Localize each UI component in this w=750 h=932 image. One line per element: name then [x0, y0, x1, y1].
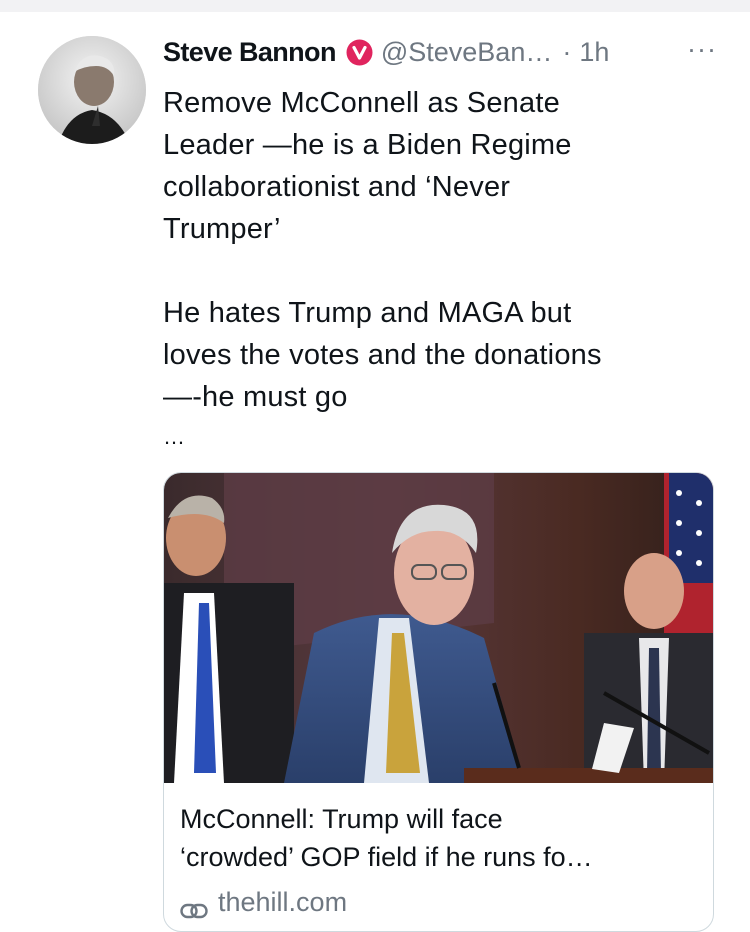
show-more-ellipsis[interactable]: … [163, 424, 187, 450]
link-preview-card[interactable]: McConnell: Trump will face ‘crowded’ GOP… [163, 472, 714, 932]
separator-dot: · [562, 36, 572, 67]
tweet-header: Steve Bannon @SteveBan… · 1h ··· [163, 32, 723, 72]
card-title: McConnell: Trump will face ‘crowded’ GOP… [180, 800, 700, 876]
author-name[interactable]: Steve Bannon [163, 37, 336, 68]
more-options-icon[interactable]: ··· [687, 34, 717, 65]
avatar[interactable] [38, 36, 146, 144]
link-icon [180, 895, 208, 918]
status-strip [0, 0, 750, 12]
author-handle[interactable]: @SteveBan… [381, 37, 553, 68]
timestamp[interactable]: 1h [579, 37, 609, 68]
card-domain-text: thehill.com [218, 887, 348, 917]
tweet-text: Remove McConnell as Senate Leader —he is… [163, 82, 723, 418]
card-domain[interactable]: thehill.com [180, 887, 347, 918]
verified-badge-icon [346, 39, 373, 66]
tweet[interactable]: Steve Bannon @SteveBan… · 1h ··· Remove … [0, 12, 750, 932]
tweet-paragraph: He hates Trump and MAGA but loves the vo… [163, 297, 602, 413]
card-title-line: ‘crowded’ GOP field if he runs fo… [180, 842, 593, 872]
tweet-paragraph: Remove McConnell as Senate Leader —he is… [163, 87, 572, 245]
avatar-photo [38, 36, 146, 144]
card-image [164, 473, 713, 783]
card-title-line: McConnell: Trump will face [180, 804, 503, 834]
